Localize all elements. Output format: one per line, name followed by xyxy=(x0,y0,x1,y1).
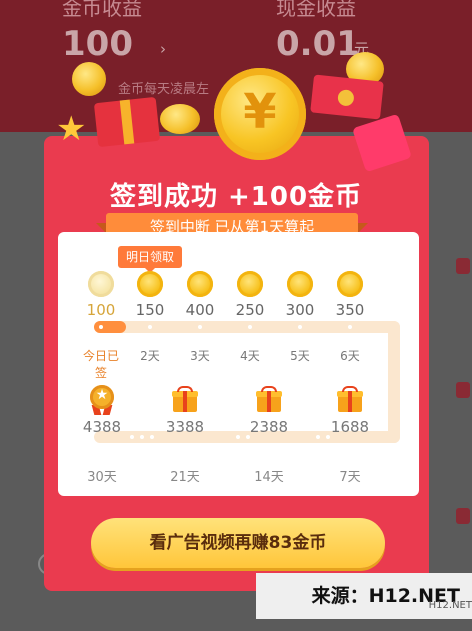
coin-icon xyxy=(237,271,263,297)
progress-dot xyxy=(150,435,154,439)
coin-icon xyxy=(187,271,213,297)
milestone-coin-amount: 4388 xyxy=(82,418,122,436)
day-label: 5天 xyxy=(290,349,310,363)
watermark-small-text: H12.NET xyxy=(428,600,472,611)
watch-ad-button[interactable]: 看广告视频再赚83金币 xyxy=(91,518,385,568)
progress-dot xyxy=(248,325,252,329)
coin-icon xyxy=(337,271,363,297)
day-label: 今日已签 xyxy=(82,349,119,380)
coin-decoration-icon xyxy=(160,104,200,134)
cash-income-value: 0.01 xyxy=(276,24,360,64)
coin-icon xyxy=(287,271,313,297)
day-coin-amount: 300 xyxy=(285,301,315,319)
progress-dot xyxy=(99,325,103,329)
gift-icon xyxy=(256,386,282,412)
milestone-coin-amount: 2388 xyxy=(249,418,289,436)
gift-icon xyxy=(172,386,198,412)
progress-dot xyxy=(148,325,152,329)
background-side-tab xyxy=(456,258,470,274)
progress-dot xyxy=(298,325,302,329)
coin-income-label: 金币收益 xyxy=(62,0,142,20)
day-coin-amount: 350 xyxy=(335,301,365,319)
red-envelope-icon xyxy=(310,74,384,120)
red-gift-box-icon xyxy=(93,96,161,148)
coin-icon xyxy=(137,271,163,297)
milestone-day-label: 21天 xyxy=(170,470,200,485)
medal-icon: ★ xyxy=(88,385,116,415)
day-coin-amount: 150 xyxy=(135,301,165,319)
coin-icon xyxy=(88,271,114,297)
day-label: 6天 xyxy=(340,349,360,363)
modal-title: 签到成功 +100金币 xyxy=(109,182,363,212)
coin-note: 金币每天凌晨左 xyxy=(118,82,210,97)
gift-icon xyxy=(337,386,363,412)
milestone-coin-amount: 1688 xyxy=(330,418,370,436)
background-side-tab xyxy=(456,382,470,398)
background-side-tab xyxy=(456,508,470,524)
progress-dot xyxy=(140,435,144,439)
streak-progress-track xyxy=(94,321,400,333)
streak-progress-track xyxy=(388,321,400,443)
day-label: 4天 xyxy=(240,349,260,363)
cash-income-label: 现金收益 xyxy=(276,0,356,20)
milestone-day-label: 7天 xyxy=(339,470,361,485)
coin-income-value: 100 xyxy=(62,24,133,64)
source-watermark: 来源：H12.NET H12.NET xyxy=(256,573,472,619)
yen-coin-icon: ¥ xyxy=(214,68,306,160)
chevron-right-icon[interactable]: › xyxy=(160,40,166,58)
day-coin-amount: 250 xyxy=(235,301,265,319)
tomorrow-claim-tooltip: 明日领取 xyxy=(118,246,182,273)
day-label: 3天 xyxy=(190,349,210,363)
star-icon: ★ xyxy=(56,109,87,149)
day-coin-amount: 100 xyxy=(86,301,116,319)
milestone-day-label: 30天 xyxy=(87,470,117,485)
day-label: 2天 xyxy=(140,349,160,363)
coin-decoration-icon xyxy=(72,62,106,96)
day-coin-amount: 400 xyxy=(185,301,215,319)
milestone-coin-amount: 3388 xyxy=(165,418,205,436)
milestone-day-label: 14天 xyxy=(254,470,284,485)
progress-dot xyxy=(348,325,352,329)
progress-dot xyxy=(198,325,202,329)
